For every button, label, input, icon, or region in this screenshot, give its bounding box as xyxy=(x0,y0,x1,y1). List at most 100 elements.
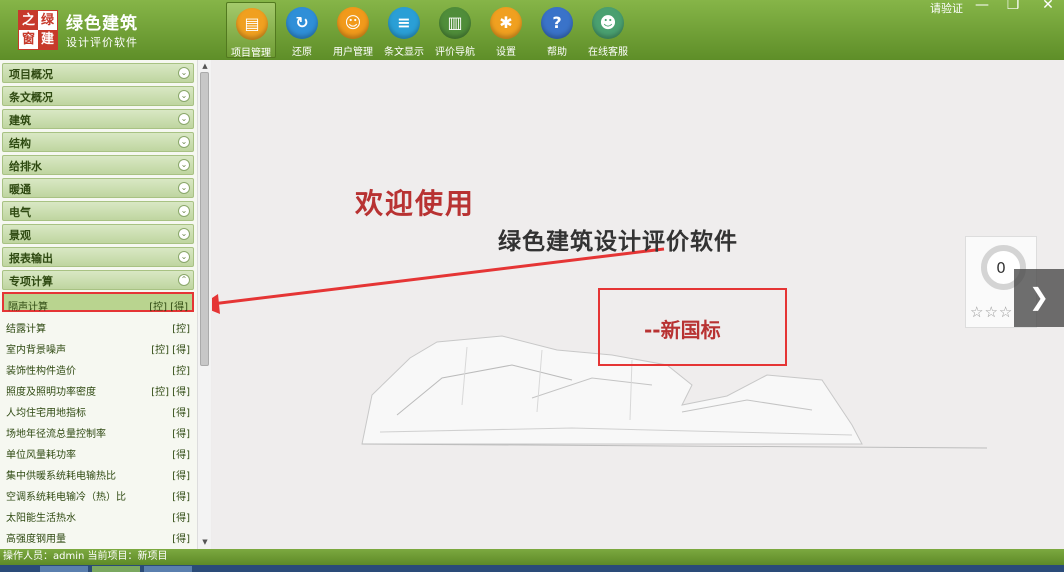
taskbar-button[interactable] xyxy=(144,566,192,572)
item-label: 人均住宅用地指标 xyxy=(6,408,86,419)
online-support-button[interactable]: ☻ 在线客服 xyxy=(583,2,633,58)
top-toolbar: 之 绿 窗 建 绿色建筑 设计评价软件 ▤ 项目管理 ↻ 还原 ☺ 用户管理 ≡… xyxy=(0,0,1064,60)
list-item[interactable]: 人均住宅用地指标 [得] xyxy=(2,400,194,420)
taskbar-button[interactable] xyxy=(40,566,88,572)
sidebar: 项目概况 ⌄ 条文概况 ⌄ 建筑 ⌄ 结构 ⌄ 给排水 ⌄ 暖通 ⌄ 电气 ⌄ 景观 ⌄ 报表输… xyxy=(0,60,211,549)
help-icon: ? xyxy=(541,7,573,39)
item-tags: [得] xyxy=(172,471,190,482)
item-label: 单位风量耗功率 xyxy=(6,450,76,461)
list-item[interactable]: 高强度钢用量 [得] xyxy=(2,526,194,546)
item-label: 结露计算 xyxy=(6,324,46,335)
folder-icon: ▤ xyxy=(236,8,268,40)
category-label: 条文概况 xyxy=(9,91,53,104)
annotation-arrow-head xyxy=(212,294,220,314)
verify-link[interactable]: 请验证 xyxy=(930,0,963,16)
scrollbar-thumb[interactable] xyxy=(200,72,209,366)
category-clause-overview[interactable]: 条文概况 ⌄ xyxy=(2,86,194,106)
item-label: 空调系统耗电输冷（热）比 xyxy=(6,492,126,503)
chevron-down-icon: ⌄ xyxy=(178,182,190,194)
close-icon[interactable]: ✕ xyxy=(1036,0,1060,13)
category-label: 项目概况 xyxy=(9,68,53,81)
item-tags: [得] xyxy=(172,429,190,440)
category-electrical[interactable]: 电气 ⌄ xyxy=(2,201,194,221)
version-text: --新国标 xyxy=(644,318,721,342)
version-box: --新国标 xyxy=(598,288,787,366)
category-landscape[interactable]: 景观 ⌄ xyxy=(2,224,194,244)
category-special-calculation[interactable]: 专项计算 ⌃ xyxy=(2,270,194,290)
category-hvac[interactable]: 暖通 ⌄ xyxy=(2,178,194,198)
list-item[interactable]: 装饰性构件造价 [控] xyxy=(2,358,194,378)
star-rating-icon[interactable]: ☆☆☆ xyxy=(970,303,1013,321)
slogan-text: 绿色建筑设计评价软件 xyxy=(498,229,738,255)
document-icon: ≡ xyxy=(388,7,420,39)
item-tags: [得] xyxy=(172,492,190,503)
item-tags: [得] xyxy=(172,408,190,419)
item-label: 高强度钢用量 xyxy=(6,534,66,545)
gear-icon: ✱ xyxy=(490,7,522,39)
item-label: 集中供暖系统耗电输热比 xyxy=(6,471,116,482)
app-subtitle: 设计评价软件 xyxy=(66,36,138,49)
app-logo: 之 绿 窗 建 xyxy=(18,10,58,50)
category-structure[interactable]: 结构 ⌄ xyxy=(2,132,194,152)
item-tags: [得] xyxy=(172,450,190,461)
logo-char: 之 xyxy=(19,11,38,30)
item-tags: [控] xyxy=(172,324,190,335)
item-tags: [控] [得] xyxy=(149,302,188,313)
scroll-up-icon[interactable]: ▲ xyxy=(198,62,212,70)
category-report-output[interactable]: 报表输出 ⌄ xyxy=(2,247,194,267)
chevron-down-icon: ⌄ xyxy=(178,228,190,240)
list-item[interactable]: 场地年径流总量控制率 [得] xyxy=(2,421,194,441)
list-item-sound-insulation[interactable]: 隔声计算 [控] [得] xyxy=(2,292,194,313)
brand-area: 之 绿 窗 建 绿色建筑 设计评价软件 xyxy=(0,0,222,60)
next-arrow-button[interactable]: ❯ xyxy=(1014,269,1064,327)
item-tags: [得] xyxy=(172,534,190,545)
list-item[interactable]: 太阳能生活热水 [得] xyxy=(2,505,194,525)
item-label: 装饰性构件造价 xyxy=(6,366,76,377)
scroll-down-icon[interactable]: ▼ xyxy=(198,538,212,546)
item-tags: [控] [得] xyxy=(151,345,190,356)
book-icon: ▥ xyxy=(439,7,471,39)
list-item[interactable]: 集中供暖系统耗电输热比 [得] xyxy=(2,463,194,483)
chevron-down-icon: ⌄ xyxy=(178,67,190,79)
item-label: 场地年径流总量控制率 xyxy=(6,429,106,440)
app-title: 绿色建筑 xyxy=(66,14,138,34)
chevron-down-icon: ⌄ xyxy=(178,251,190,263)
category-architecture[interactable]: 建筑 ⌄ xyxy=(2,109,194,129)
item-label: 照度及照明功率密度 xyxy=(6,387,96,398)
category-label: 专项计算 xyxy=(9,275,53,288)
category-label: 给排水 xyxy=(9,160,42,173)
chevron-down-icon: ⌄ xyxy=(178,113,190,125)
category-plumbing[interactable]: 给排水 ⌄ xyxy=(2,155,194,175)
chevron-up-icon: ⌃ xyxy=(178,274,190,286)
support-icon: ☻ xyxy=(592,7,624,39)
user-icon: ☺ xyxy=(337,7,369,39)
category-label: 暖通 xyxy=(9,183,31,196)
item-label: 隔声计算 xyxy=(8,302,48,313)
taskbar-button[interactable] xyxy=(92,566,140,572)
restore-icon: ↻ xyxy=(286,7,318,39)
category-project-overview[interactable]: 项目概况 ⌄ xyxy=(2,63,194,83)
tool-label: 在线客服 xyxy=(588,47,628,58)
minimize-icon[interactable]: — xyxy=(970,0,994,13)
item-tags: [控] [得] xyxy=(151,387,190,398)
category-label: 结构 xyxy=(9,137,31,150)
list-item[interactable]: 照度及照明功率密度 [控] [得] xyxy=(2,379,194,399)
list-item[interactable]: 单位风量耗功率 [得] xyxy=(2,442,194,462)
chevron-down-icon: ⌄ xyxy=(178,136,190,148)
chevron-down-icon: ⌄ xyxy=(178,159,190,171)
list-item[interactable]: 结露计算 [控] xyxy=(2,316,194,336)
chevron-down-icon: ⌄ xyxy=(178,90,190,102)
item-tags: [控] xyxy=(172,366,190,377)
list-item[interactable]: 室内背景噪声 [控] [得] xyxy=(2,337,194,357)
list-item[interactable]: 空调系统耗电输冷（热）比 [得] xyxy=(2,484,194,504)
chevron-down-icon: ⌄ xyxy=(178,205,190,217)
logo-char: 窗 xyxy=(19,30,38,49)
os-taskbar xyxy=(0,565,1064,572)
main-area: 欢迎使用 绿色建筑设计评价软件 --新国标 0 ☆☆☆ ❯ xyxy=(212,60,1064,549)
maximize-icon[interactable]: ❐ xyxy=(1001,0,1025,13)
sidebar-scrollbar[interactable]: ▲ ▼ xyxy=(197,60,211,549)
welcome-text: 欢迎使用 xyxy=(355,187,476,220)
status-bar: 操作人员：admin 当前项目：新项目 xyxy=(0,549,1064,565)
logo-char: 建 xyxy=(38,30,57,49)
category-label: 报表输出 xyxy=(9,252,53,265)
